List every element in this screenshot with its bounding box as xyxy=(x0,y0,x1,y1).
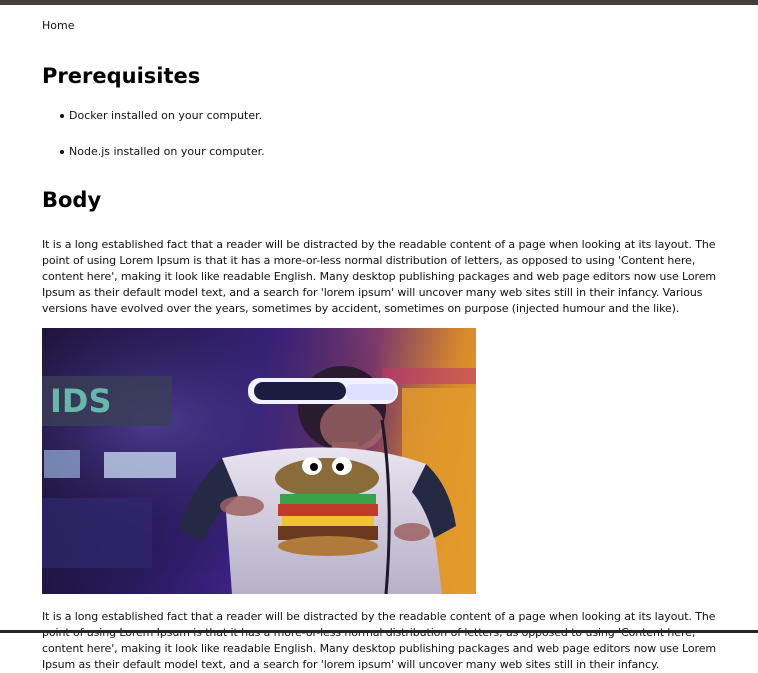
body-heading: Body xyxy=(42,188,102,212)
top-bar xyxy=(0,0,758,5)
page-content: Home Prerequisites Docker installed on y… xyxy=(42,14,718,673)
prerequisites-heading: Prerequisites xyxy=(42,64,201,88)
list-item: Docker installed on your computer. xyxy=(42,109,718,123)
body-paragraph-2: It is a long established fact that a rea… xyxy=(42,610,716,671)
breadcrumb-home-link[interactable]: Home xyxy=(42,19,74,33)
sign-text: IDS xyxy=(50,382,112,420)
list-item: Node.js installed on your computer. xyxy=(42,145,718,159)
vr-headset-photo: IDS xyxy=(42,328,476,594)
prerequisites-list: Docker installed on your computer. Node.… xyxy=(42,109,718,159)
photo-illustration: IDS xyxy=(42,328,476,594)
body-paragraph: It is a long established fact that a rea… xyxy=(42,238,716,315)
